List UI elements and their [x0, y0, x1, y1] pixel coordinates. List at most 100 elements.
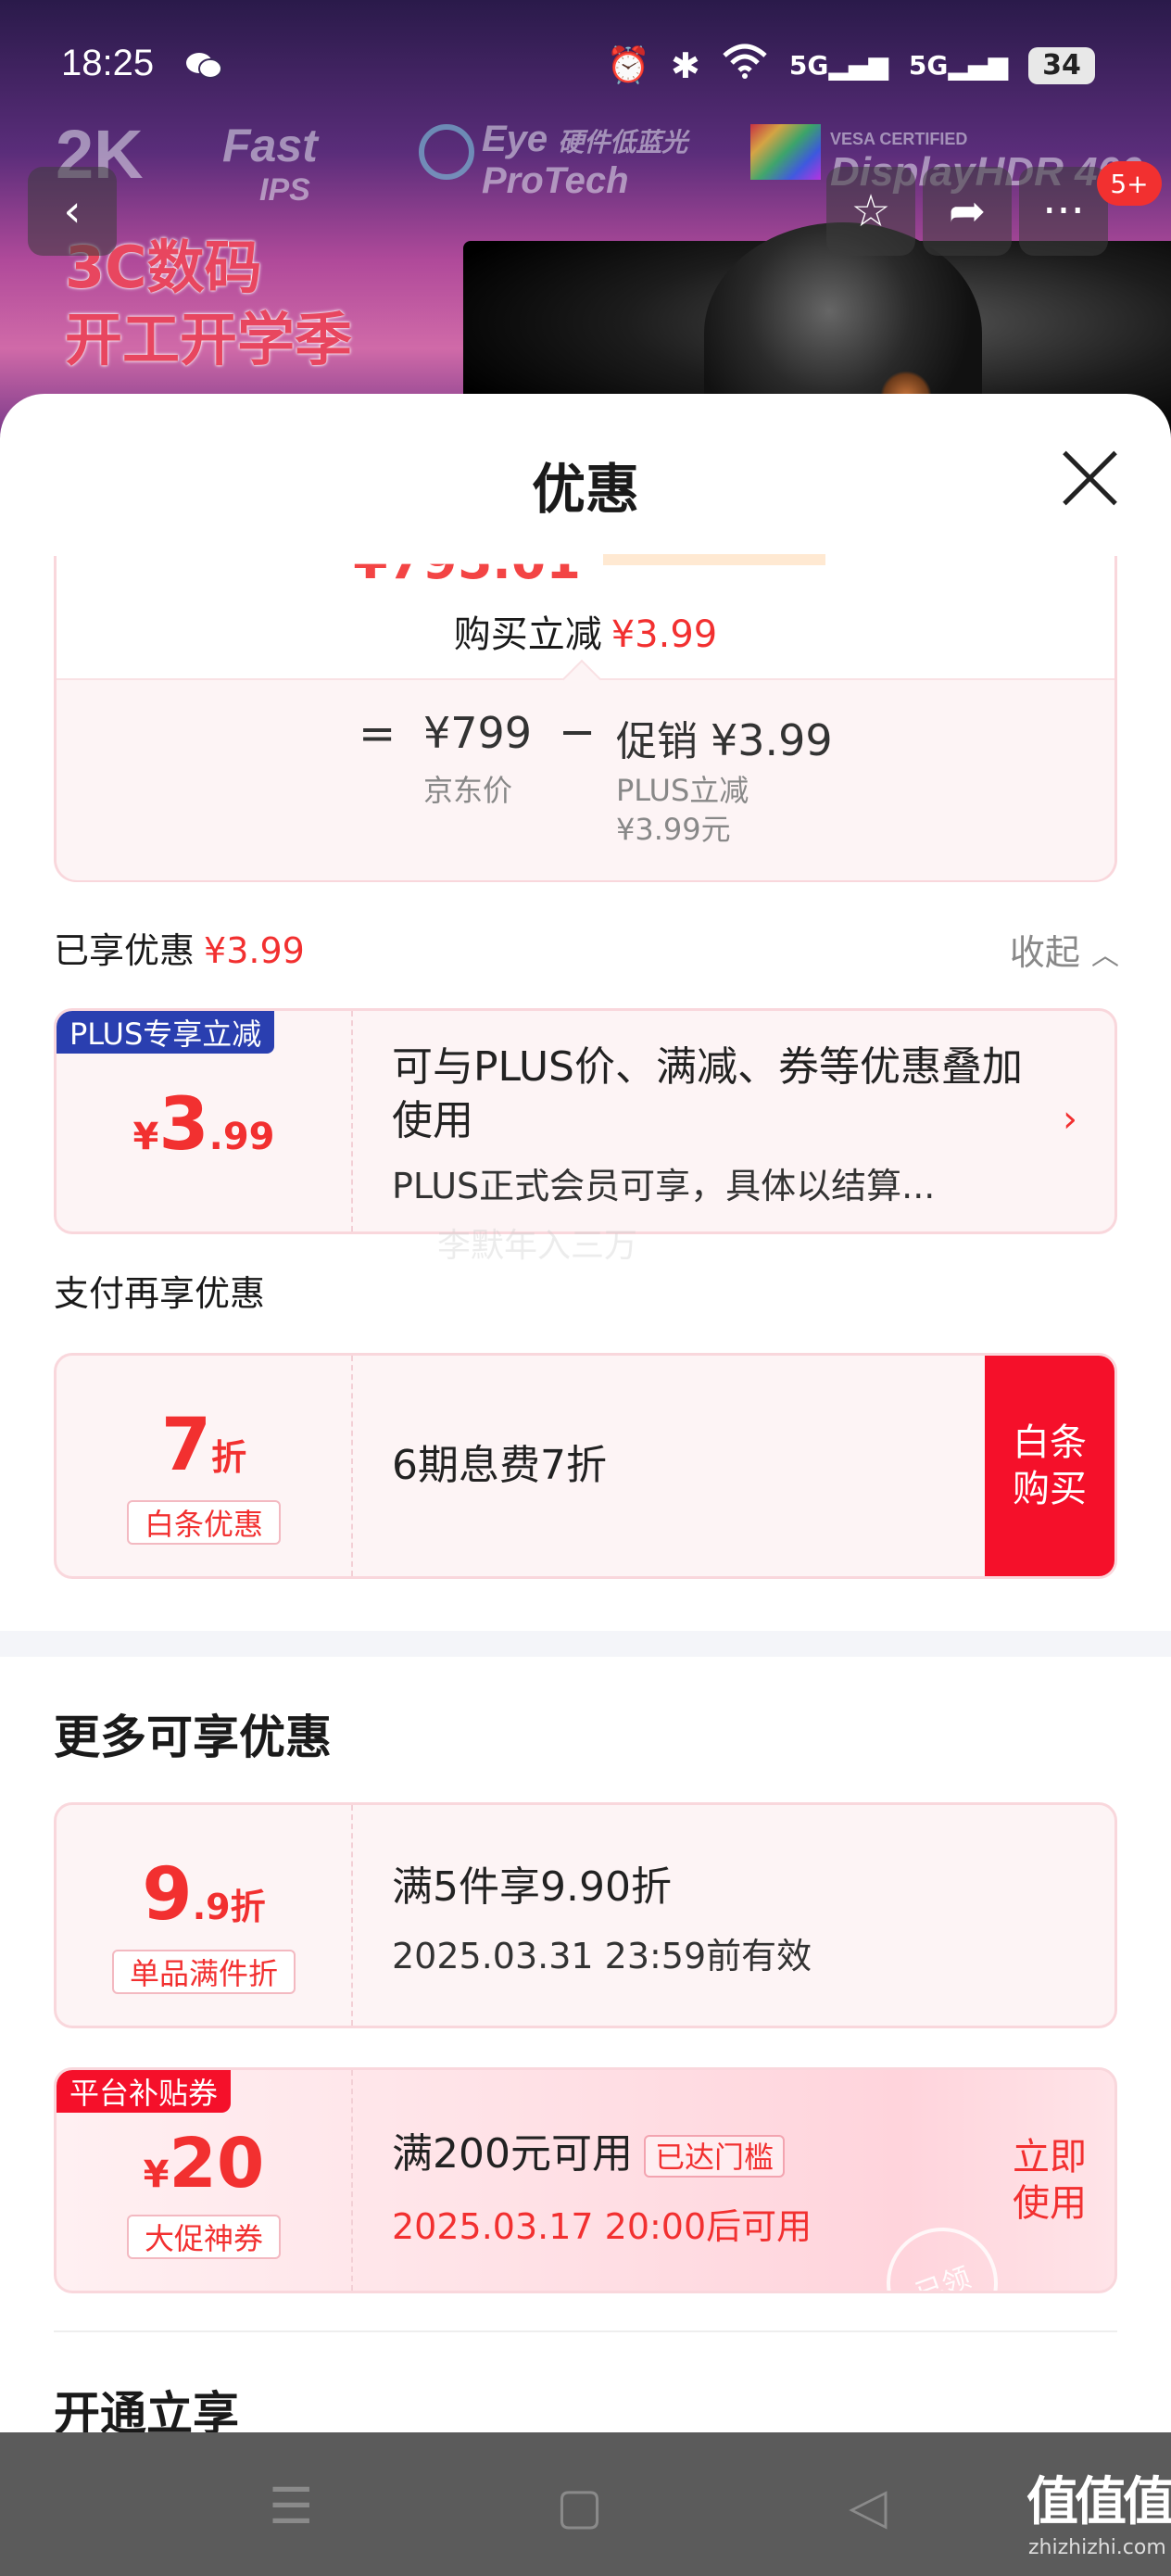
feature-protech-label: ProTech	[482, 160, 629, 201]
wifi-icon	[721, 43, 769, 88]
subsidy-amount-value: 20	[169, 2124, 265, 2203]
site-logo-url: zhizhizhi.com	[1028, 2536, 1166, 2559]
price-formula: = ¥799 京东价 − 促销 ¥3.99 PLUS立减 ¥3.99元	[57, 678, 1114, 880]
system-nav-bar: ☰ ▢ ◁ 值值值 zhizhizhi.com	[0, 2432, 1171, 2576]
manjian-label: 单品满件折	[112, 1950, 296, 1994]
manjian-amount-unit: .9折	[192, 1887, 266, 1927]
plus-reduce-label: PLUS立减	[616, 773, 749, 808]
signal-5g-icon-1: 5G▂▄▆	[788, 50, 888, 81]
sheet-title: 优惠	[531, 458, 639, 521]
subsidy-label: 大促神券	[127, 2215, 281, 2259]
close-button[interactable]	[1060, 448, 1119, 507]
plus-amount: ¥3.99	[57, 1083, 351, 1167]
open-section-title: 开通立享	[54, 2387, 239, 2432]
baitiao-buy-line-2: 购买	[1013, 1468, 1087, 1510]
final-price-tag	[603, 554, 825, 565]
back-triangle-icon[interactable]: ◁	[849, 2477, 888, 2535]
plus-currency: ¥	[132, 1116, 159, 1158]
plus-tag: PLUS专享立减	[57, 1011, 275, 1054]
promo-discount: 促销 ¥3.99	[616, 708, 833, 767]
wechat-icon	[185, 50, 222, 90]
pay-section-title: 支付再享优惠	[54, 1273, 266, 1314]
formula-equals: =	[359, 708, 397, 760]
bluetooth-icon: ✱	[671, 44, 700, 86]
home-icon[interactable]: ▢	[556, 2477, 603, 2535]
back-button[interactable]: ‹	[28, 167, 117, 256]
feature-ips-label: IPS	[259, 172, 310, 208]
use-now-button[interactable]: 立即 使用	[985, 2070, 1114, 2291]
baitiao-amount-value: 7	[160, 1404, 212, 1487]
subsidy-currency: ¥	[143, 2153, 170, 2196]
collapse-label: 收起	[1009, 932, 1080, 973]
section-divider	[0, 1631, 1171, 1657]
coupon-divider	[351, 1356, 353, 1576]
enjoyed-value: ¥3.99	[204, 930, 305, 971]
promo-line-2: 开工开学季	[65, 306, 353, 373]
baitiao-label: 白条优惠	[127, 1500, 281, 1545]
subsidy-coupon-card: 平台补贴券 ¥20 大促神券 满200元可用 已达门槛 2025.03.17 20…	[54, 2067, 1117, 2293]
jd-price-label: 京东价	[423, 773, 513, 808]
threshold-reached-badge: 已达门槛	[643, 2135, 785, 2178]
favorite-button[interactable]: ☆	[826, 167, 915, 256]
subsidy-tag: 平台补贴券	[57, 2070, 232, 2113]
baitiao-coupon-card: 7折 白条优惠 6期息费7折 白条 购买	[54, 1353, 1117, 1579]
battery-icon: 34	[1028, 46, 1095, 84]
subsidy-desc: 满200元可用 已达门槛	[392, 2128, 785, 2181]
baitiao-amount-unit: 折	[211, 1437, 247, 1478]
baitiao-buy-button[interactable]: 白条 购买	[985, 1356, 1114, 1576]
divider-line	[54, 2330, 1117, 2332]
promo-value: ¥3.99	[711, 715, 833, 765]
plus-amount-int: 3	[158, 1083, 209, 1167]
more-section-title: 更多可享优惠	[54, 1711, 332, 1764]
more-button[interactable]: ···	[1019, 167, 1108, 256]
baitiao-buy-line-1: 白条	[1013, 1421, 1087, 1464]
collapse-button[interactable]: 收起 ︿	[1010, 924, 1119, 975]
status-icons: ⏰ ✱ 5G▂▄▆ 5G▂▄▆ 34	[607, 43, 1095, 88]
plus-sub: PLUS正式会员可享，具体以结算...	[392, 1166, 936, 1206]
reduce-label: 购买立减	[453, 613, 602, 656]
subsidy-amount: ¥20	[57, 2124, 351, 2203]
coupon-divider	[351, 2070, 353, 2291]
share-button[interactable]: ➦	[923, 167, 1012, 256]
share-icon: ➦	[948, 185, 987, 237]
site-logo: 值值值	[1026, 2472, 1171, 2532]
price-breakdown-card: ¥795.01 购买立减 ¥3.99 = ¥799 京东价 − 促销 ¥3.99 …	[54, 554, 1117, 882]
more-icon: ···	[1042, 185, 1085, 237]
baitiao-amount: 7折	[57, 1404, 351, 1487]
use-now-line-1: 立即	[1013, 2136, 1087, 2178]
promo-label: 促销	[616, 718, 698, 765]
enjoyed-label: 已享优惠	[54, 930, 195, 971]
cart-badge: 5+	[1097, 161, 1162, 206]
chevron-left-icon: ‹	[63, 185, 82, 237]
enjoyed-discount: 已享优惠 ¥3.99	[54, 922, 305, 973]
coupon-divider	[351, 1011, 353, 1231]
plus-amount-dec: .99	[208, 1116, 275, 1158]
status-time: 18:25	[61, 43, 155, 83]
chevron-up-icon: ︿	[1091, 940, 1119, 972]
jd-price: ¥799	[423, 708, 533, 758]
use-now-line-2: 使用	[1013, 2182, 1087, 2225]
alarm-icon: ⏰	[606, 44, 650, 85]
chevron-right-icon: ›	[1063, 1098, 1077, 1141]
status-bar: 18:25 ⏰ ✱ 5G▂▄▆ 5G▂▄▆ 34	[0, 0, 1171, 139]
manjian-coupon-card: 9.9折 单品满件折 满5件享9.90折 2025.03.31 23:59前有效	[54, 1802, 1117, 2028]
plus-desc: 可与PLUS价、满减、券等优惠叠加使用	[392, 1043, 1023, 1144]
discount-sheet: 优惠 ¥795.01 购买立减 ¥3.99 = ¥799 京东价 − 促销 ¥3.…	[0, 394, 1171, 2432]
plus-coupon-card[interactable]: PLUS专享立减 ¥3.99 可与PLUS价、满减、券等优惠叠加使用 PLUS正…	[54, 1008, 1117, 1234]
subsidy-sub: 2025.03.17 20:00后可用	[392, 2206, 812, 2247]
manjian-amount-value: 9	[142, 1853, 193, 1937]
manjian-sub: 2025.03.31 23:59前有效	[392, 1936, 812, 1976]
final-price: ¥795.01	[353, 532, 581, 590]
menu-icon[interactable]: ☰	[269, 2477, 313, 2535]
formula-minus: −	[559, 706, 597, 758]
subsidy-desc-text: 满200元可用	[392, 2130, 633, 2178]
manjian-amount: 9.9折	[57, 1853, 351, 1937]
coupon-divider	[351, 1805, 353, 2026]
reduce-value: ¥3.99	[611, 613, 718, 656]
manjian-desc: 满5件享9.90折	[392, 1863, 672, 1911]
star-icon: ☆	[850, 185, 891, 237]
baitiao-desc: 6期息费7折	[392, 1442, 607, 1489]
signal-5g-icon-2: 5G▂▄▆	[908, 50, 1008, 81]
plus-reduce-value: ¥3.99元	[616, 812, 731, 847]
reduce-line: 购买立减 ¥3.99	[57, 604, 1114, 658]
